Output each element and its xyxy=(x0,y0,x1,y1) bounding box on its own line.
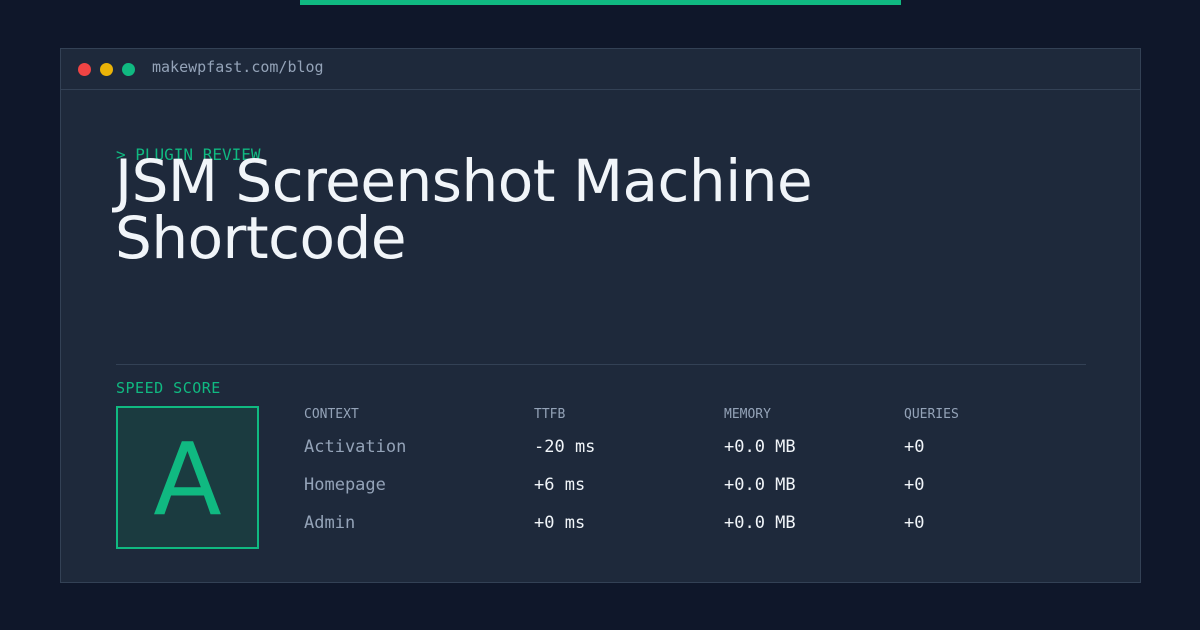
browser-window: makewpfast.com/blog > PLUGIN REVIEW JSM … xyxy=(60,48,1141,583)
ttfb-cell: +6 ms xyxy=(534,475,586,495)
minimize-dot-icon xyxy=(100,63,113,76)
header-context: CONTEXT xyxy=(304,407,359,422)
top-accent-bar xyxy=(300,0,901,5)
header-ttfb: TTFB xyxy=(534,407,566,422)
memory-cell: +0.0 MB xyxy=(724,475,796,495)
ttfb-cell: +0 ms xyxy=(534,513,586,533)
queries-cell: +0 xyxy=(904,475,925,495)
queries-cell: +0 xyxy=(904,513,925,533)
context-cell: Admin xyxy=(304,513,356,533)
memory-cell: +0.0 MB xyxy=(724,513,796,533)
window-titlebar: makewpfast.com/blog xyxy=(61,49,1140,90)
queries-cell: +0 xyxy=(904,437,925,457)
divider xyxy=(116,364,1086,365)
title-line-2: Shortcode xyxy=(115,204,407,272)
context-cell: Homepage xyxy=(304,475,386,495)
grade-letter: A xyxy=(153,420,222,538)
url-text: makewpfast.com/blog xyxy=(152,58,324,76)
ttfb-cell: -20 ms xyxy=(534,437,596,457)
memory-cell: +0.0 MB xyxy=(724,437,796,457)
header-memory: MEMORY xyxy=(724,407,771,422)
close-dot-icon xyxy=(78,63,91,76)
grade-badge: A xyxy=(116,406,259,549)
speed-score-label: SPEED SCORE xyxy=(116,379,221,397)
context-cell: Activation xyxy=(304,437,407,457)
page-title: JSM Screenshot Machine Shortcode xyxy=(115,152,1015,267)
maximize-dot-icon xyxy=(122,63,135,76)
header-queries: QUERIES xyxy=(904,407,959,422)
